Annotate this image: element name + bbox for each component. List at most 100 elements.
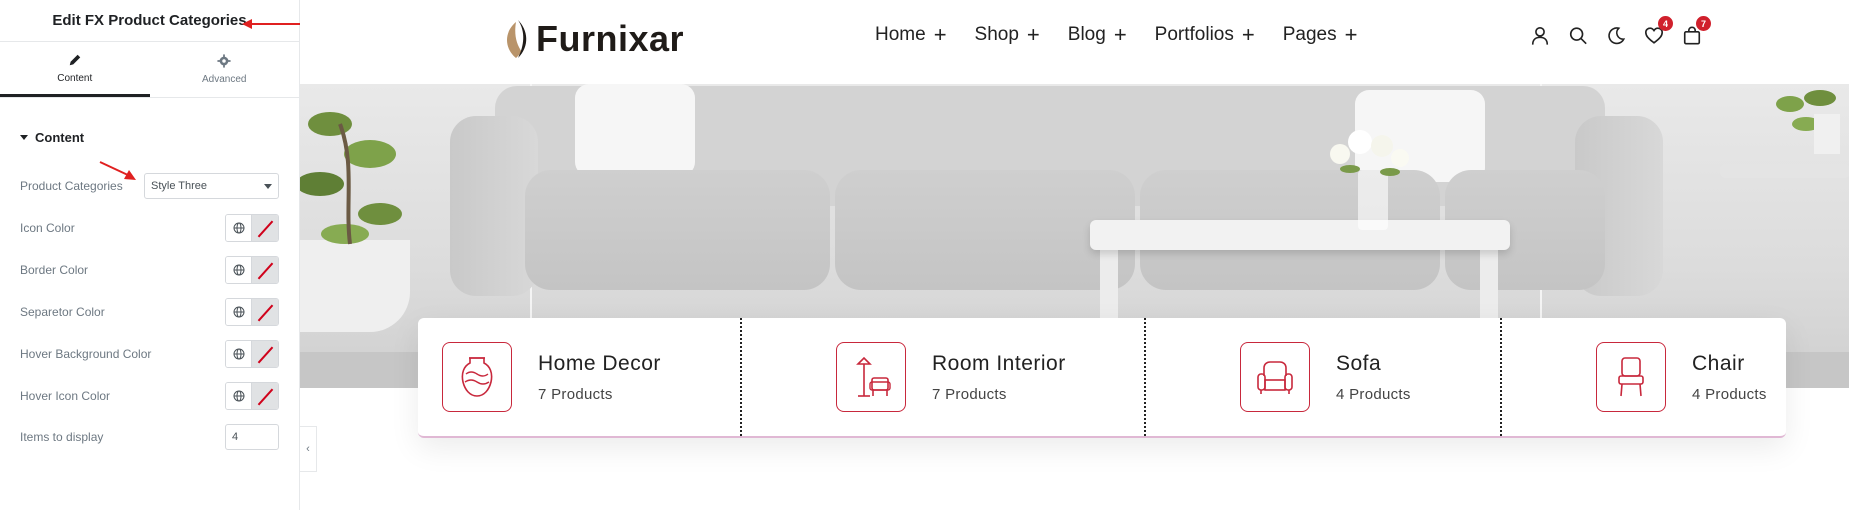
category-count: 4 Products	[1336, 385, 1411, 403]
category-count: 7 Products	[932, 385, 1007, 403]
hover-icon-color-label: Hover Icon Color	[20, 389, 111, 403]
items-to-display-input[interactable]: 4	[225, 424, 279, 450]
globe-icon[interactable]	[226, 215, 253, 241]
vase-icon	[442, 342, 512, 412]
product-categories-select[interactable]: Style Three	[144, 173, 279, 199]
category-card[interactable]: Room Interior 7 Products	[740, 318, 1144, 436]
hover-icon-color-control: Hover Icon Color	[20, 382, 279, 410]
cart-count-badge: 7	[1696, 16, 1711, 31]
nav-item-pages[interactable]: Pages +	[1283, 24, 1358, 46]
plus-icon: +	[1113, 22, 1127, 47]
category-text: Chair 4 Products	[1692, 352, 1767, 403]
site-logo[interactable]: Furnixar	[502, 18, 684, 60]
armchair-icon	[1240, 342, 1310, 412]
tab-advanced[interactable]: Advanced	[150, 42, 300, 97]
plus-icon: +	[1026, 22, 1040, 47]
hover-bg-color-control: Hover Background Color	[20, 340, 279, 368]
nav-label: Blog	[1067, 24, 1106, 45]
color-swatch[interactable]	[252, 215, 278, 241]
globe-icon[interactable]	[226, 257, 253, 283]
color-swatch[interactable]	[252, 383, 278, 409]
plant-left-shape	[300, 112, 402, 245]
leaf-logo-icon	[507, 20, 527, 58]
icon-color-picker	[225, 214, 279, 242]
items-to-display-control: Items to display 4	[20, 423, 279, 451]
icon-color-label: Icon Color	[20, 221, 75, 235]
border-color-control: Border Color	[20, 256, 279, 284]
caret-down-icon	[20, 134, 28, 140]
user-icon[interactable]	[1530, 24, 1550, 46]
nav-item-portfolios[interactable]: Portfolios +	[1155, 24, 1255, 46]
lamp-chair-icon	[836, 342, 906, 412]
icon-color-control: Icon Color	[20, 214, 279, 242]
category-title: Home Decor	[538, 351, 661, 375]
product-categories-control: Product Categories Style Three	[20, 172, 279, 200]
hover-icon-color-picker	[225, 382, 279, 410]
editor-tabs: Content Advanced	[0, 42, 299, 98]
logo-text: Furnixar	[536, 18, 685, 59]
nav-label: Portfolios	[1154, 24, 1234, 45]
bag-icon[interactable]: 7	[1682, 16, 1711, 46]
category-count: 7 Products	[538, 385, 613, 403]
category-title: Sofa	[1336, 351, 1382, 375]
nav-label: Pages	[1282, 24, 1337, 45]
annotation-arrow-title	[242, 19, 300, 29]
moon-icon[interactable]	[1606, 24, 1626, 46]
product-categories: Home Decor 7 Products Room Interior 7 Pr…	[418, 318, 1786, 438]
side-table-shape	[1720, 164, 1849, 178]
annotation-arrow-categories	[99, 161, 136, 180]
color-swatch[interactable]	[252, 341, 278, 367]
category-text: Sofa 4 Products	[1336, 352, 1411, 403]
tab-content-label: Content	[57, 72, 93, 84]
header-icons: 4 7	[1530, 16, 1711, 46]
collapse-panel-button[interactable]: ‹	[300, 426, 317, 472]
site-header: Furnixar Home + Shop + Blog + Portfolios + P…	[300, 0, 1849, 84]
separator-color-label: Separetor Color	[20, 305, 105, 319]
nav-label: Shop	[974, 24, 1019, 45]
category-title: Chair	[1692, 351, 1745, 375]
category-text: Room Interior 7 Products	[932, 352, 1066, 403]
hover-bg-color-label: Hover Background Color	[20, 347, 152, 361]
main-nav: Home + Shop + Blog + Portfolios + Pages +	[875, 24, 1357, 46]
category-card[interactable]: Sofa 4 Products	[1144, 318, 1500, 436]
category-count: 4 Products	[1692, 385, 1767, 403]
border-color-picker	[225, 256, 279, 284]
section-content-toggle[interactable]: Content	[0, 122, 299, 152]
category-card[interactable]: Chair 4 Products	[1500, 318, 1786, 436]
flowers-shape	[1330, 130, 1409, 176]
globe-icon[interactable]	[226, 341, 253, 367]
color-swatch[interactable]	[252, 299, 278, 325]
items-to-display-label: Items to display	[20, 430, 104, 444]
nav-label: Home	[875, 24, 926, 45]
category-card[interactable]: Home Decor 7 Products	[418, 318, 740, 436]
hover-bg-color-picker	[225, 340, 279, 368]
chevron-down-icon	[264, 183, 272, 189]
nav-item-shop[interactable]: Shop +	[975, 24, 1040, 46]
separator-color-control: Separetor Color	[20, 298, 279, 326]
wishlist-count-badge: 4	[1658, 16, 1673, 31]
coffee-table-shape	[1090, 220, 1510, 250]
nav-item-home[interactable]: Home +	[875, 24, 947, 46]
globe-icon[interactable]	[226, 299, 253, 325]
select-value: Style Three	[151, 180, 208, 192]
color-swatch[interactable]	[252, 257, 278, 283]
category-title: Room Interior	[932, 351, 1066, 375]
section-title: Content	[35, 129, 85, 145]
chair-icon	[1596, 342, 1666, 412]
plus-icon: +	[1344, 22, 1358, 47]
search-icon[interactable]	[1568, 24, 1588, 46]
panel-title: Edit FX Product Categories	[52, 12, 247, 29]
plus-icon: +	[933, 22, 947, 47]
globe-icon[interactable]	[226, 383, 253, 409]
gear-icon	[217, 54, 231, 68]
tab-content[interactable]: Content	[0, 42, 150, 97]
site-preview: Furnixar Home + Shop + Blog + Portfolios + P…	[300, 0, 1849, 510]
nav-item-blog[interactable]: Blog +	[1068, 24, 1127, 46]
tab-advanced-label: Advanced	[202, 74, 247, 85]
plant-right-shape	[1776, 90, 1840, 154]
heart-icon[interactable]: 4	[1644, 16, 1673, 46]
separator-color-picker	[225, 298, 279, 326]
pencil-icon	[69, 54, 80, 65]
plus-icon: +	[1241, 22, 1255, 47]
category-text: Home Decor 7 Products	[538, 352, 661, 403]
